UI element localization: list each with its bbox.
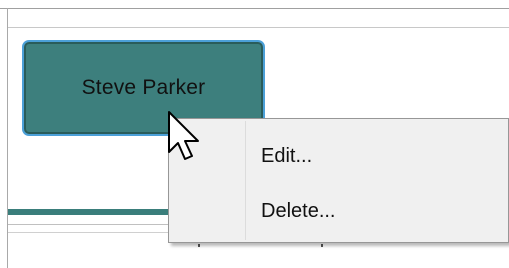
person-node-label: Steve Parker [81,76,206,99]
context-menu: Edit... Delete... [168,118,509,243]
ruler-tick [321,244,323,247]
lane-divider [8,27,509,28]
canvas-left-border [7,8,8,268]
lane-line-secondary [8,232,168,233]
menu-item-edit-label: Edit... [261,144,313,167]
canvas-top-border [0,0,509,9]
diagram-canvas[interactable]: Steve Parker Edit... Delete... [0,0,509,268]
menu-item-edit[interactable]: Edit... [171,137,506,175]
menu-item-delete[interactable]: Delete... [171,192,506,230]
connector-line[interactable] [8,209,168,215]
menu-item-delete-label: Delete... [261,199,336,222]
lane-line [8,224,168,225]
arrow-pointer-icon [168,111,199,160]
ruler-tick [198,244,200,247]
canvas-bottom-area [8,243,509,268]
